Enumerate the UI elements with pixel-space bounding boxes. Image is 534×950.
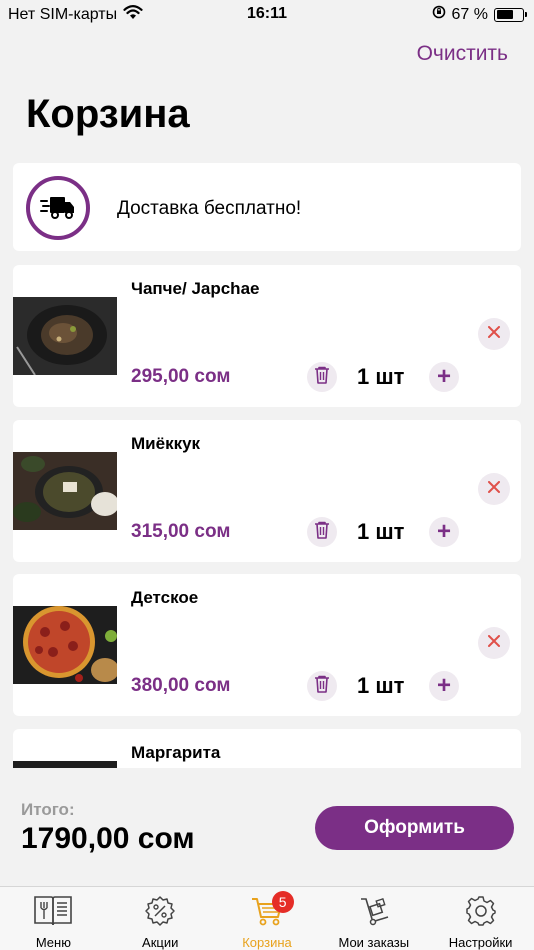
menu-book-icon: [33, 895, 73, 932]
decrease-button[interactable]: [307, 671, 337, 701]
product-name: Чапче/ Japchae: [131, 279, 260, 298]
quantity-value: 1 шт: [357, 673, 405, 698]
close-icon: [488, 325, 500, 343]
delivery-text: Доставка бесплатно!: [117, 198, 302, 219]
remove-item-button[interactable]: [478, 627, 510, 659]
tab-bar: Меню Акции 5 Корзина Мои заказы Настройк…: [0, 886, 534, 950]
quantity-value: 1 шт: [357, 364, 405, 389]
tab-label: Мои заказы: [338, 935, 410, 950]
cart-item: Миёккук 315,00 сом 1 шт +: [13, 420, 521, 562]
cart-item: Чапче/ Japchae 295,00 сом 1 шт +: [13, 265, 521, 407]
cart-badge: 5: [271, 891, 294, 913]
close-icon: [488, 634, 500, 652]
increase-button[interactable]: +: [429, 362, 459, 392]
close-icon: [488, 480, 500, 498]
checkout-button[interactable]: Оформить: [315, 806, 514, 850]
product-price: 315,00 сом: [131, 521, 231, 542]
product-image-japchae: [13, 297, 117, 375]
tab-menu[interactable]: Меню: [0, 887, 107, 950]
tab-settings[interactable]: Настройки: [427, 887, 534, 950]
trash-icon: [314, 366, 330, 389]
settings-gear-icon: [465, 895, 497, 932]
tab-promotions[interactable]: Акции: [107, 887, 214, 950]
product-price: 380,00 сом: [131, 675, 231, 696]
cart-item: Детское 380,00 сом 1 шт +: [13, 574, 521, 716]
tab-label: Корзина: [242, 935, 292, 950]
product-name: Миёккук: [131, 434, 201, 453]
battery-text: 67 %: [451, 5, 488, 23]
product-image-kids-pizza: [13, 606, 117, 684]
product-name: Маргарита: [131, 743, 221, 762]
decrease-button[interactable]: [307, 362, 337, 392]
plus-icon: +: [436, 518, 451, 545]
decrease-button[interactable]: [307, 517, 337, 547]
total-label: Итого:: [21, 800, 75, 819]
status-right: 67 %: [432, 5, 527, 24]
cart-list[interactable]: Доставка бесплатно! Чапче/ Japchae 295,0…: [0, 150, 534, 768]
quantity-value: 1 шт: [357, 519, 405, 544]
product-image-miyeokguk: [13, 452, 117, 530]
tab-my-orders[interactable]: Мои заказы: [320, 887, 427, 950]
product-name: Детское: [131, 588, 199, 607]
trash-icon: [314, 675, 330, 698]
plus-icon: +: [436, 363, 451, 390]
battery-level: [496, 10, 514, 19]
status-bar: Нет SIM-карты 16:11 67 %: [0, 0, 534, 30]
product-image-margarita: [13, 761, 117, 768]
delivery-card: Доставка бесплатно!: [13, 163, 521, 251]
tab-label: Настройки: [448, 935, 513, 950]
tab-cart[interactable]: 5 Корзина: [214, 887, 321, 950]
cart-item: Маргарита: [13, 729, 521, 768]
hand-truck-icon: [358, 895, 390, 932]
orientation-lock-icon: [432, 5, 446, 24]
increase-button[interactable]: +: [429, 517, 459, 547]
remove-item-button[interactable]: [478, 318, 510, 350]
total-value: 1790,00 сом: [21, 822, 195, 855]
product-price: 295,00 сом: [131, 366, 231, 387]
page-title: Корзина: [26, 92, 190, 136]
delivery-truck-icon: [26, 176, 90, 240]
discount-gear-icon: [144, 895, 176, 932]
increase-button[interactable]: +: [429, 671, 459, 701]
clear-button[interactable]: Очистить: [417, 42, 508, 66]
battery-icon: [494, 7, 527, 22]
tab-label: Акции: [142, 935, 179, 950]
remove-item-button[interactable]: [478, 473, 510, 505]
trash-icon: [314, 521, 330, 544]
tab-label: Меню: [35, 935, 71, 950]
plus-icon: +: [436, 672, 451, 699]
